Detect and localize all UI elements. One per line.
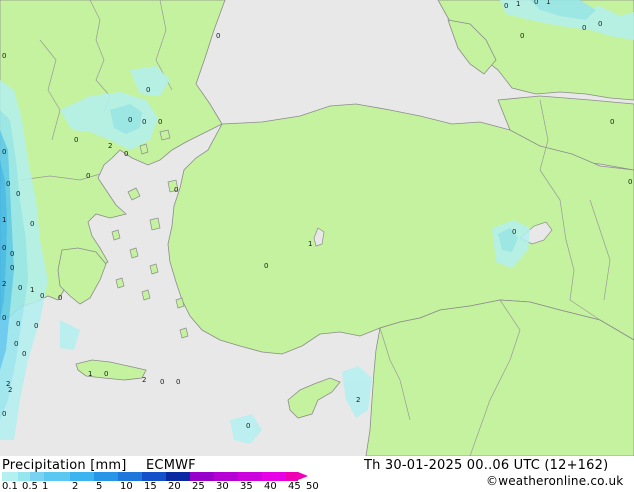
- scale-swatch: [2, 472, 18, 481]
- precip-value-mark: 0: [104, 370, 108, 378]
- precip-value-mark: 0: [174, 186, 178, 194]
- precip-value-mark: 0: [264, 262, 268, 270]
- precip-value-mark: 0: [142, 118, 146, 126]
- precip-value-mark: 0: [146, 86, 150, 94]
- valid-time: Th 30-01-2025 00..06 UTC (12+162): [364, 458, 609, 473]
- scale-swatch: [70, 472, 94, 481]
- model-name: ECMWF: [146, 458, 196, 473]
- credit-link[interactable]: ©weatheronline.co.uk: [486, 474, 623, 488]
- precip-value-mark: 0: [86, 172, 90, 180]
- scale-swatch: [214, 472, 238, 481]
- precip-value-mark: 0: [216, 32, 220, 40]
- scale-swatch: [286, 472, 298, 481]
- precip-value-mark: 0: [520, 32, 524, 40]
- precip-value-mark: 0: [628, 178, 632, 186]
- precip-value-mark: 0: [158, 118, 162, 126]
- scale-label: 5: [96, 481, 103, 492]
- scale-swatch: [30, 472, 44, 481]
- map-canvas: 0 1 0 10 00000 0 00000000010010000 00201 02 0 0200…: [0, 0, 634, 456]
- precipitation-map: 0101000000000000000010010000002010200200…: [0, 0, 634, 456]
- precip-value-mark: 0: [598, 20, 602, 28]
- precip-value-mark: 0: [30, 220, 34, 228]
- precip-value-mark: 0: [10, 250, 14, 258]
- precip-value-mark: 1: [30, 286, 34, 294]
- precip-value-mark: 0: [582, 24, 586, 32]
- precip-value-mark: 0: [2, 314, 6, 322]
- precip-value-mark: 2: [2, 280, 6, 288]
- precip-value-mark: 0: [246, 422, 250, 430]
- precip-value-mark: 0: [22, 350, 26, 358]
- scale-swatch: [166, 472, 190, 481]
- scale-label: 40: [264, 481, 277, 492]
- scale-label: 15: [144, 481, 157, 492]
- precip-value-mark: 0: [14, 340, 18, 348]
- land-levant: [365, 299, 634, 456]
- precip-value-mark: 0: [74, 136, 78, 144]
- scale-swatch: [94, 472, 118, 481]
- precip-value-mark: 0: [10, 264, 14, 272]
- precip-value-mark: 0: [534, 0, 538, 6]
- scale-swatch: [190, 472, 214, 481]
- precip-value-mark: 0: [160, 378, 164, 386]
- precip-value-mark: 2: [8, 386, 12, 394]
- scale-arrow-icon: [298, 472, 308, 480]
- precip-value-mark: 2: [142, 376, 146, 384]
- precip-value-mark: 0: [34, 322, 38, 330]
- scale-swatch: [238, 472, 262, 481]
- scale-label: 2: [72, 481, 79, 492]
- precip-value-mark: 0: [128, 116, 132, 124]
- precip-value-mark: 0: [2, 244, 6, 252]
- precip-value-mark: 0: [2, 52, 6, 60]
- precip-value-mark: 0: [40, 292, 44, 300]
- precip-value-mark: 0: [610, 118, 614, 126]
- precip-value-mark: 1: [546, 0, 550, 6]
- precip-value-mark: 0: [124, 150, 128, 158]
- legend-title: Precipitation [mm]: [2, 458, 127, 473]
- precip-value-mark: 0: [16, 320, 20, 328]
- scale-label: 1: [42, 481, 49, 492]
- scale-swatch: [118, 472, 142, 481]
- precip-value-mark: 2: [108, 142, 112, 150]
- scale-label: 45: [288, 481, 301, 492]
- precip-value-mark: 0: [512, 228, 516, 236]
- precip-value-mark: 0: [2, 410, 6, 418]
- precip-value-mark: 1: [308, 240, 312, 248]
- scale-label: 0.1: [2, 481, 18, 492]
- scale-label: 0.5: [22, 481, 38, 492]
- scale-label: 20: [168, 481, 181, 492]
- precip-value-mark: 1: [2, 216, 6, 224]
- scale-label: 25: [192, 481, 205, 492]
- scale-swatch: [262, 472, 286, 481]
- precip-value-mark: 1: [516, 0, 520, 8]
- precip-value-mark: 1: [88, 370, 92, 378]
- precip-value-mark: 0: [2, 148, 6, 156]
- scale-label: 50: [306, 481, 319, 492]
- precip-value-mark: 0: [6, 180, 10, 188]
- precip-value-mark: 0: [58, 294, 62, 302]
- scale-swatch: [18, 472, 30, 481]
- scale-swatch: [142, 472, 166, 481]
- precip-value-mark: 0: [504, 2, 508, 10]
- scale-label: 30: [216, 481, 229, 492]
- scale-label: 10: [120, 481, 133, 492]
- scale-label: 35: [240, 481, 253, 492]
- scale-swatch: [44, 472, 70, 481]
- precip-value-mark: 0: [176, 378, 180, 386]
- precip-value-mark: 0: [18, 284, 22, 292]
- precip-value-mark: 2: [356, 396, 360, 404]
- color-scale: [2, 472, 308, 481]
- precip-value-mark: 0: [16, 190, 20, 198]
